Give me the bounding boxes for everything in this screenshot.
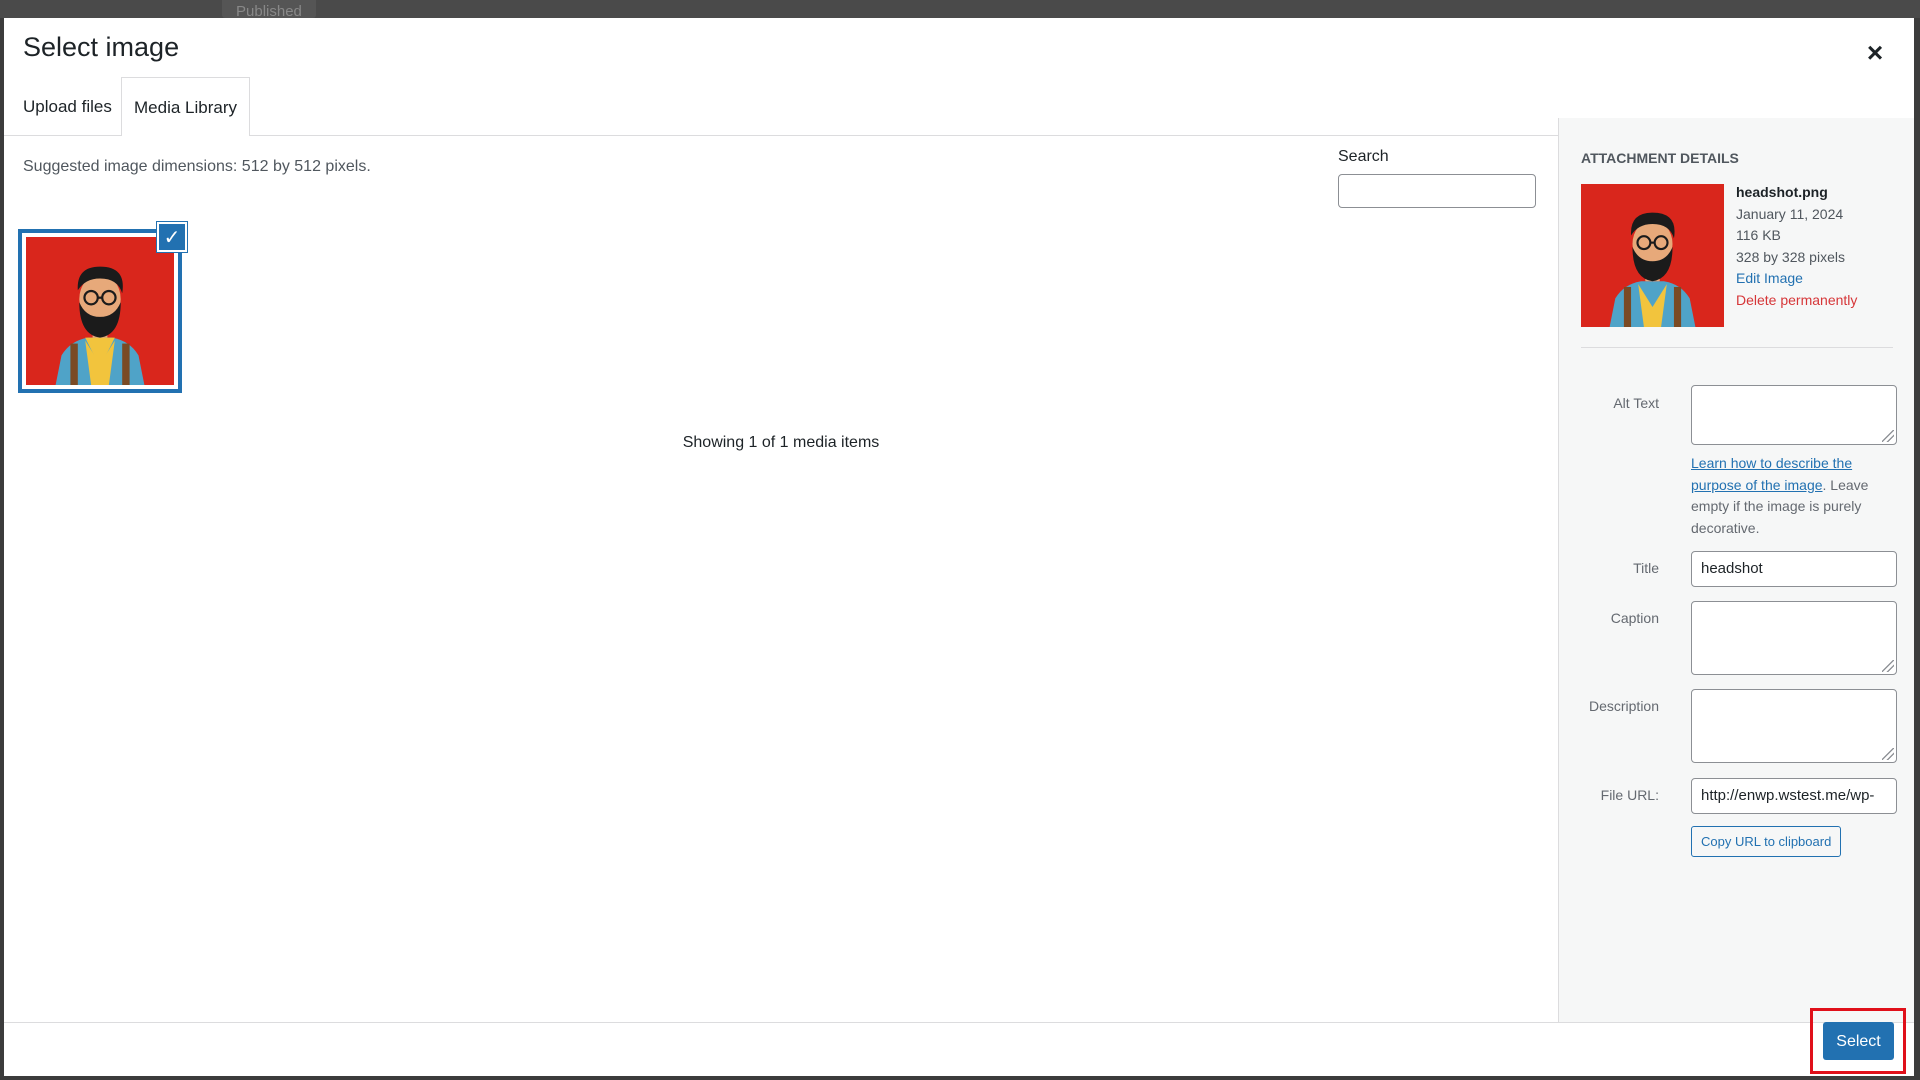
attachment-date: January 11, 2024 bbox=[1736, 205, 1844, 222]
edit-image-link[interactable]: Edit Image bbox=[1736, 268, 1857, 290]
media-modal: Select image × Upload files Media Librar… bbox=[4, 18, 1914, 1076]
description-field[interactable] bbox=[1691, 689, 1897, 763]
suggested-dimensions: Suggested image dimensions: 512 by 512 p… bbox=[23, 158, 371, 175]
attachment-meta: headshot.png January 11, 2024 116 KB 328… bbox=[1736, 182, 1857, 311]
alt-text-help: Learn how to describe the purpose of the… bbox=[1691, 453, 1901, 539]
select-button[interactable]: Select bbox=[1823, 1022, 1894, 1060]
modal-footer bbox=[4, 1022, 1914, 1076]
file-url-field[interactable]: http://enwp.wstest.me/wp- bbox=[1691, 778, 1897, 814]
alt-text-field[interactable] bbox=[1691, 385, 1897, 445]
attachment-details-heading: Attachment Details bbox=[1581, 150, 1739, 166]
search-input[interactable] bbox=[1338, 174, 1536, 208]
attachment-details-sidebar: Attachment Details headshot.png January … bbox=[1558, 118, 1914, 1022]
attachment-dimensions: 328 by 328 pixels bbox=[1736, 248, 1845, 265]
close-icon[interactable]: × bbox=[1860, 37, 1890, 68]
attachment-filesize: 116 KB bbox=[1736, 227, 1781, 243]
delete-permanently-link[interactable]: Delete permanently bbox=[1736, 290, 1857, 312]
file-url-label: File URL: bbox=[1600, 787, 1659, 803]
title-label: Title bbox=[1633, 560, 1659, 576]
selected-checkmark-icon[interactable]: ✓ bbox=[157, 222, 187, 252]
attachment-preview-image bbox=[1581, 184, 1724, 327]
tab-media-library[interactable]: Media Library bbox=[121, 77, 250, 137]
tab-upload-files[interactable]: Upload files bbox=[23, 77, 112, 136]
caption-field[interactable] bbox=[1691, 601, 1897, 675]
modal-title: Select image bbox=[23, 32, 180, 62]
attachment-filename: headshot.png bbox=[1736, 184, 1828, 200]
media-library-panel: Suggested image dimensions: 512 by 512 p… bbox=[4, 136, 1558, 1022]
media-item-headshot[interactable] bbox=[18, 229, 182, 393]
description-label: Description bbox=[1588, 698, 1659, 714]
title-field[interactable]: headshot bbox=[1691, 551, 1897, 587]
alt-text-label: Alt Text bbox=[1613, 395, 1659, 411]
copy-url-button[interactable]: Copy URL to clipboard bbox=[1691, 826, 1842, 857]
details-divider bbox=[1581, 347, 1893, 348]
caption-label: Caption bbox=[1610, 610, 1659, 626]
search-label: Search bbox=[1338, 148, 1389, 165]
media-count: Showing 1 of 1 media items bbox=[682, 434, 880, 451]
headshot-thumbnail-image bbox=[26, 237, 174, 385]
background-published-label: Published bbox=[222, 0, 316, 20]
